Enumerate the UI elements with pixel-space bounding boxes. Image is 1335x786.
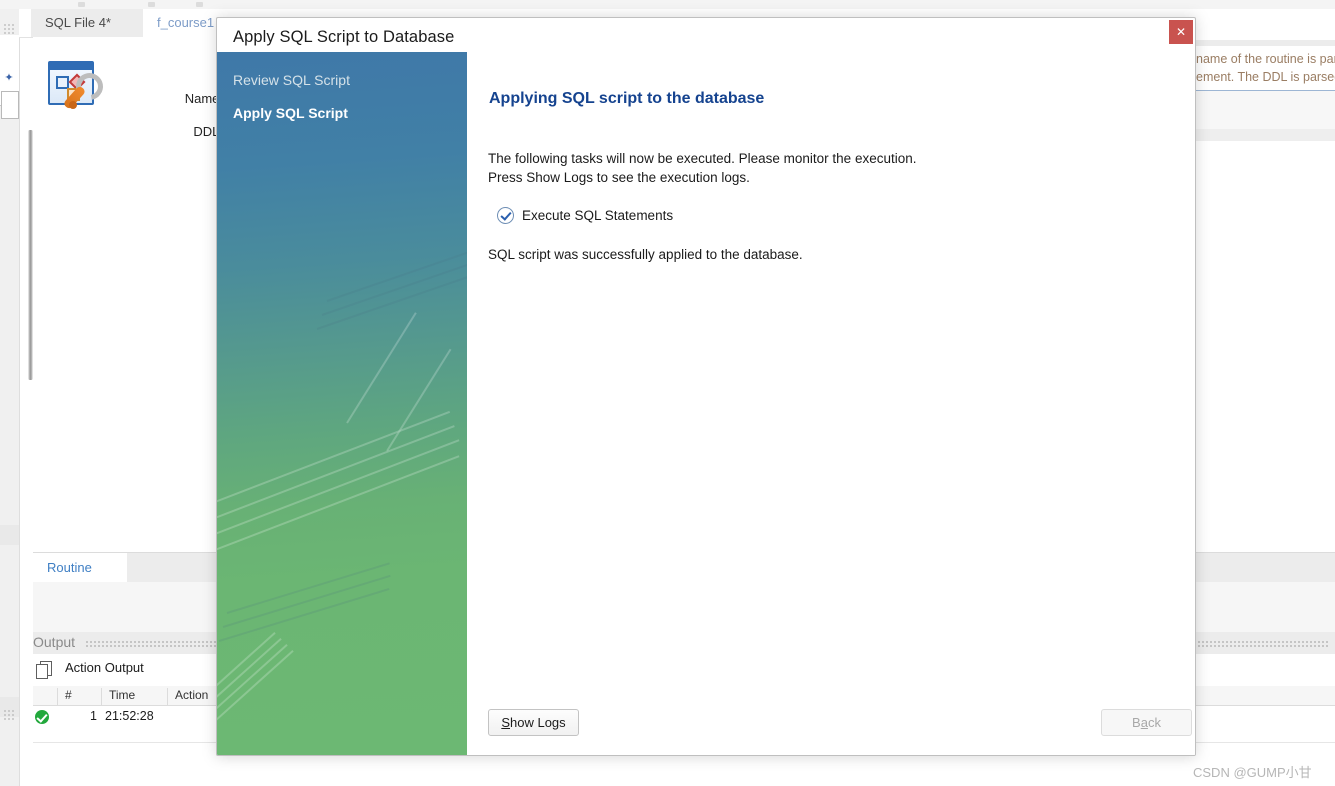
column-header-number: #	[57, 688, 101, 705]
tab-sql-file-4[interactable]: SQL File 4*	[31, 9, 159, 37]
rail-grip-handle[interactable]	[3, 709, 16, 721]
copy-icon[interactable]	[36, 661, 52, 679]
sidebar-item-review-sql-script[interactable]: Review SQL Script	[233, 72, 350, 88]
dialog-step-sidebar: Review SQL Script Apply SQL Script	[217, 52, 467, 755]
name-label: Name:	[184, 91, 223, 106]
window-titlebar-shape	[50, 63, 92, 70]
rail-panel-card: ✦	[0, 35, 19, 119]
hint-line-1: name of the routine is pars	[1196, 52, 1335, 66]
task-label: Execute SQL Statements	[522, 208, 674, 223]
tab-routine[interactable]: Routine	[33, 553, 127, 583]
check-circle-icon	[497, 207, 514, 224]
output-panel-title: Output	[33, 634, 76, 650]
hint-panel	[1196, 91, 1335, 129]
finish-button-highlight	[1195, 702, 1196, 743]
row-number: 1	[90, 709, 97, 723]
ddl-label: DDL:	[193, 124, 223, 139]
copy-icon-front-shape	[36, 664, 48, 679]
sidebar-decorative-streaks	[217, 52, 467, 755]
streak	[217, 410, 451, 506]
toolbar-glyph	[78, 2, 85, 7]
wrench-icon	[62, 67, 109, 110]
close-icon[interactable]: ✕	[1169, 20, 1193, 44]
watermark: CSDN @GUMP小甘	[1193, 765, 1312, 780]
apply-sql-script-dialog: Apply SQL Script to Database ✕ Review SQ…	[216, 17, 1196, 756]
rail-input-box[interactable]	[1, 91, 19, 119]
hint-bar	[1196, 40, 1335, 46]
routine-hint-text: name of the routine is pars ement. The D…	[1196, 50, 1335, 86]
dialog-title: Apply SQL Script to Database	[233, 28, 455, 46]
back-rest: ck	[1147, 715, 1161, 730]
show-logs-accel: S	[501, 715, 510, 730]
streak	[316, 258, 467, 330]
streak	[346, 312, 417, 424]
streak	[226, 562, 390, 614]
wrench-tip-shape	[69, 101, 77, 109]
expand-icon[interactable]: ✦	[2, 71, 16, 85]
streak	[386, 348, 452, 452]
show-logs-button[interactable]: Show Logs	[488, 709, 579, 736]
show-logs-rest: how Logs	[510, 715, 566, 730]
back-prefix: B	[1132, 715, 1141, 730]
routine-editor-icon	[44, 59, 109, 111]
toolbar-glyph	[148, 2, 155, 7]
hint-panel-secondary	[1196, 129, 1335, 141]
status-success-icon	[35, 710, 49, 724]
row-time: 21:52:28	[105, 709, 154, 723]
task-item: Execute SQL Statements	[497, 207, 673, 224]
streak	[222, 574, 391, 628]
instructions-text: The following tasks will now be executed…	[488, 149, 916, 187]
left-rail: ✦	[0, 9, 20, 786]
hint-line-2: ement. The DDL is parsed a	[1196, 70, 1335, 84]
streak	[326, 234, 467, 302]
streak	[217, 425, 455, 522]
instructions-line-2: Press Show Logs to see the execution log…	[488, 170, 750, 185]
instructions-line-1: The following tasks will now be executed…	[488, 151, 917, 166]
streak	[218, 588, 390, 642]
rail-swatch	[0, 525, 19, 545]
dialog-main-panel: Applying SQL script to the database The …	[467, 52, 1195, 755]
streak	[217, 643, 288, 716]
column-header-status	[33, 688, 57, 705]
back-accel: a	[1140, 715, 1148, 730]
rail-grip-handle[interactable]	[3, 23, 16, 35]
back-button[interactable]: Back	[1101, 709, 1192, 736]
streak	[321, 245, 467, 316]
result-message: SQL script was successfully applied to t…	[488, 247, 803, 262]
column-header-time: Time	[101, 688, 167, 705]
tab-action-output[interactable]: Action Output	[65, 660, 144, 675]
toolbar-glyph	[196, 2, 203, 7]
page-heading: Applying SQL script to the database	[489, 90, 765, 107]
dialog-footer: Show Logs Back Finish Cancel	[467, 687, 1196, 755]
sidebar-item-apply-sql-script[interactable]: Apply SQL Script	[233, 105, 348, 121]
